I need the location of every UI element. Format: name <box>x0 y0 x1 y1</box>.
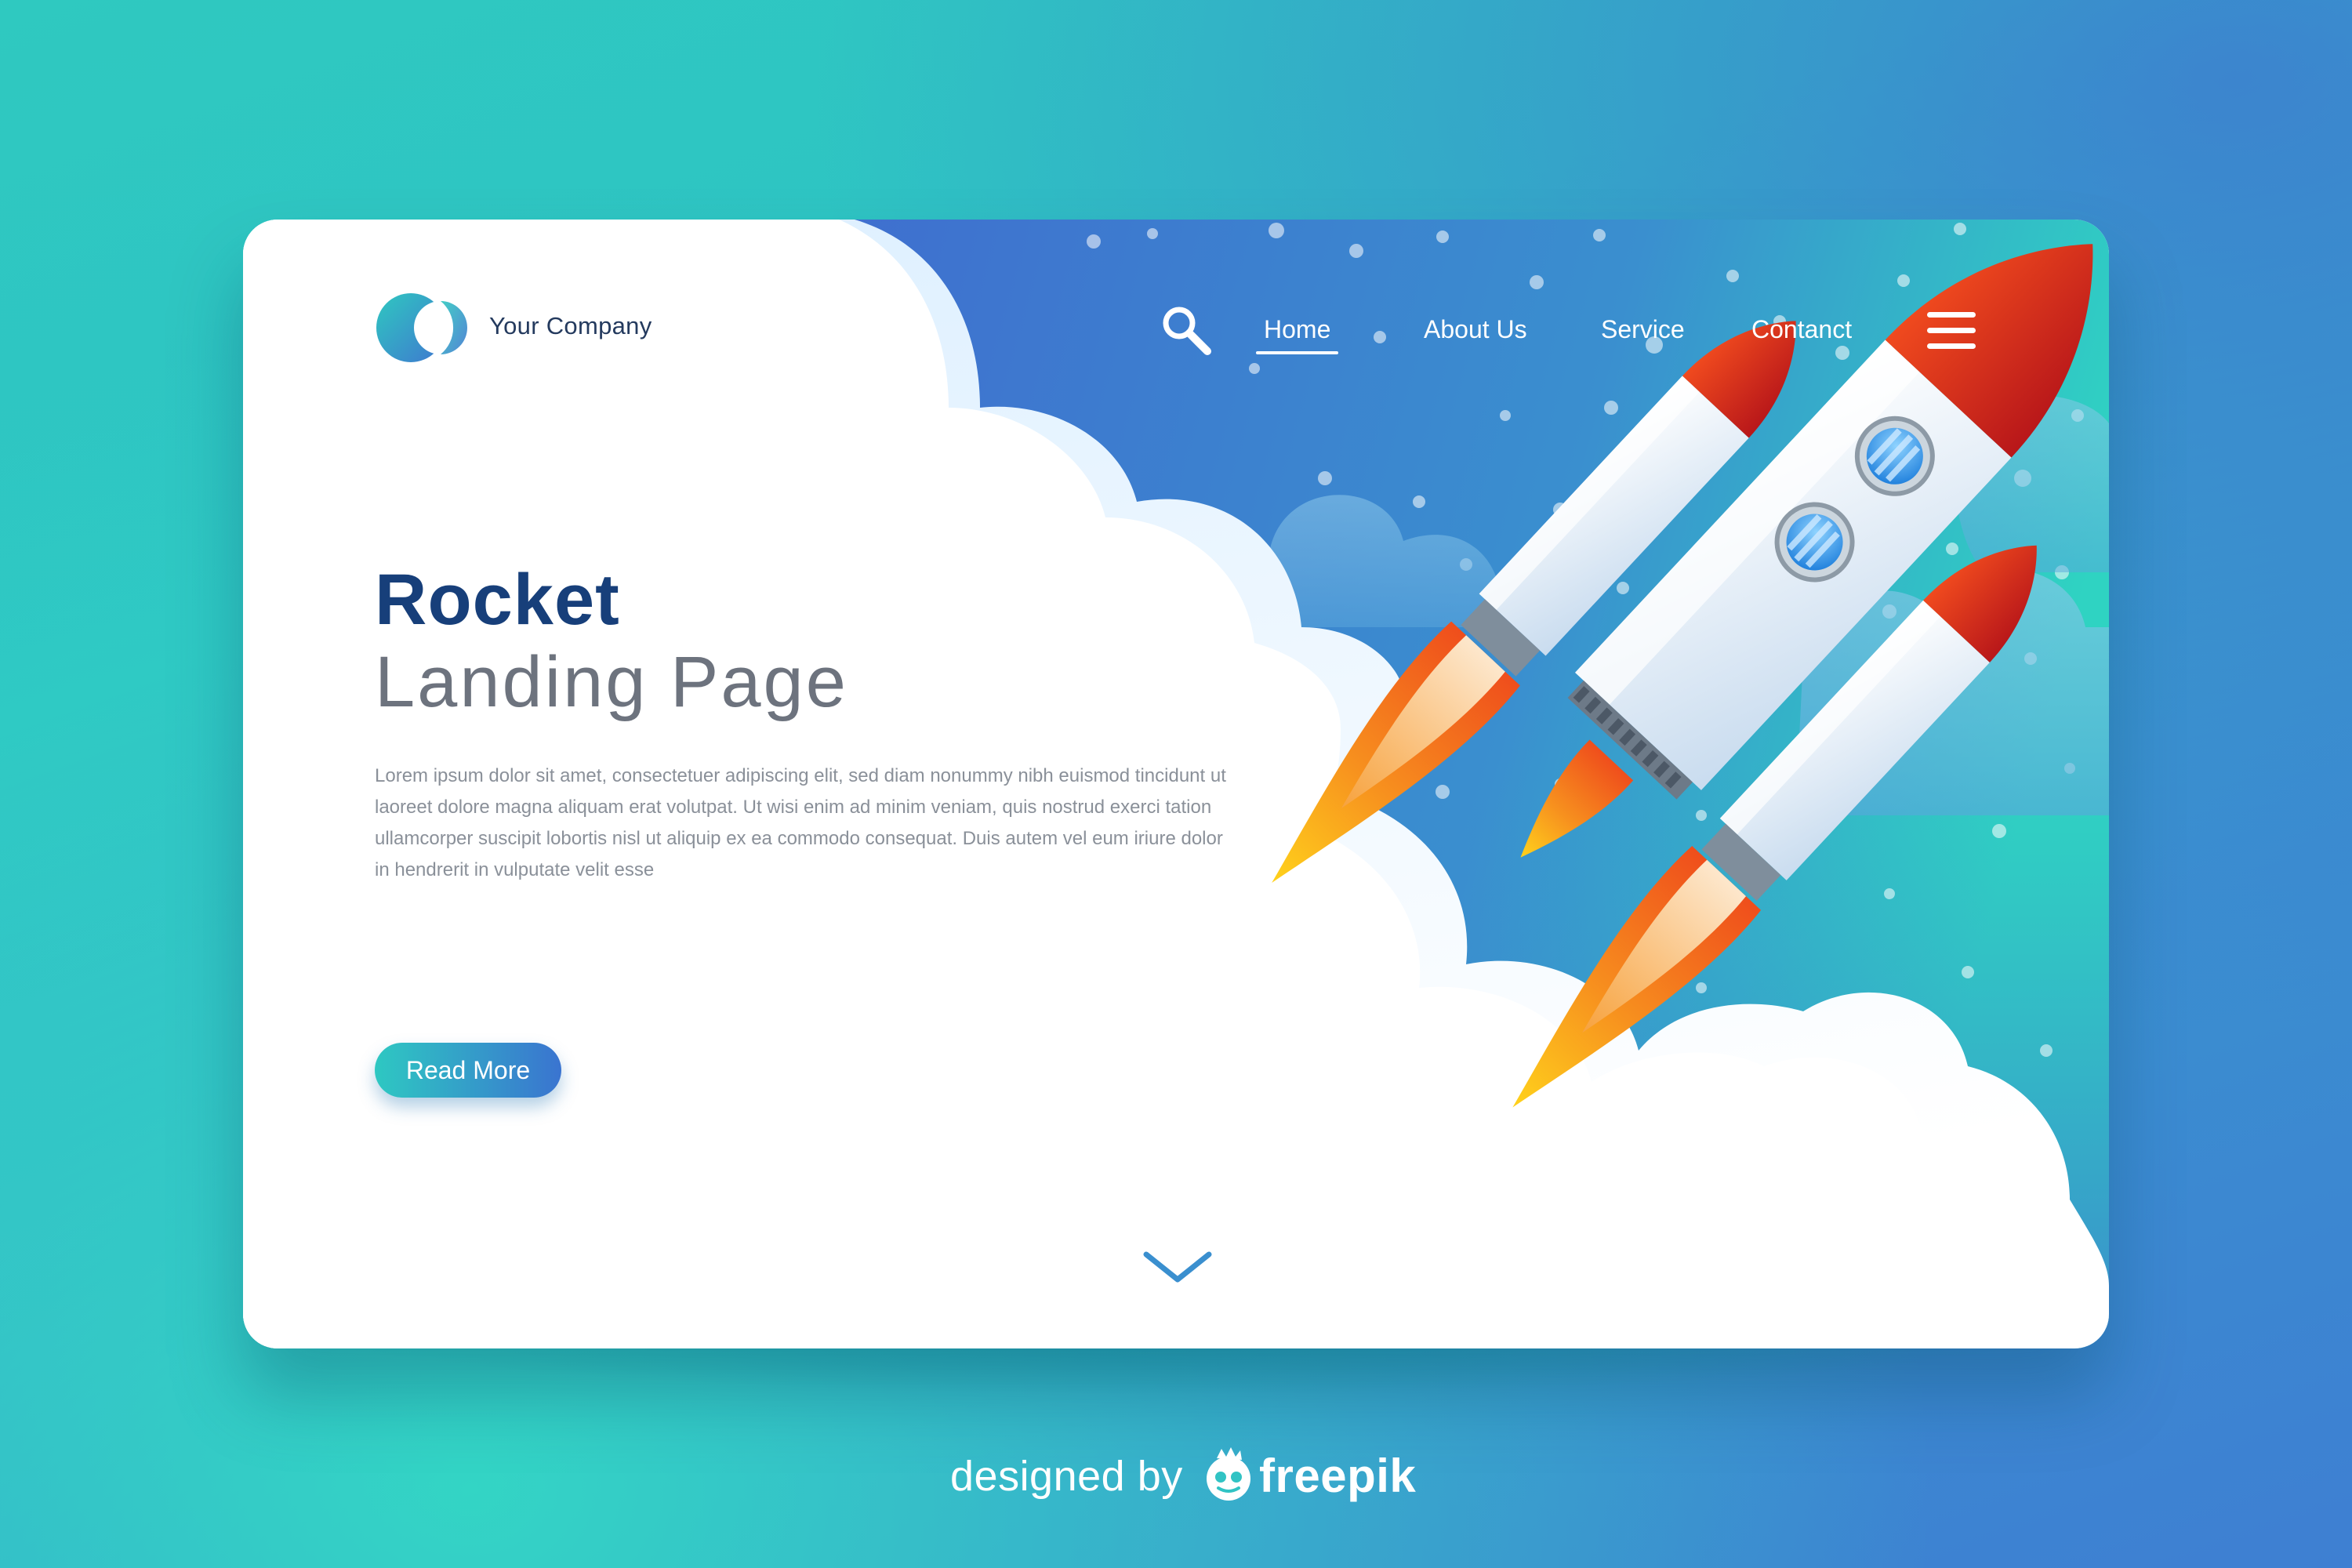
hero-description: Lorem ipsum dolor sit amet, consectetuer… <box>375 765 1226 880</box>
credit-brand: freepik <box>1259 1450 1417 1502</box>
overlapping-circles-logo[interactable] <box>375 292 472 364</box>
read-more-button[interactable]: Read More <box>375 1043 561 1098</box>
freepik-logo-icon <box>1207 1447 1250 1501</box>
landing-card: Your Company Home About Us Service Conta… <box>243 220 2109 1348</box>
hero-title: Rocket <box>375 560 620 640</box>
nav-item-about-us[interactable]: About Us <box>1424 306 1527 353</box>
search-icon[interactable] <box>1160 304 1212 356</box>
nav-item-contact[interactable]: Contanct <box>1751 306 1852 353</box>
hamburger-menu-icon[interactable] <box>1927 312 1976 350</box>
hero-subtitle: Landing Page <box>375 642 848 722</box>
chevron-down-icon[interactable] <box>1142 1248 1214 1286</box>
credit-text: designed by <box>950 1453 1183 1500</box>
brand-name[interactable]: Your Company <box>489 312 652 340</box>
nav-item-home[interactable]: Home <box>1255 306 1339 354</box>
nav-item-service[interactable]: Service <box>1601 306 1685 353</box>
